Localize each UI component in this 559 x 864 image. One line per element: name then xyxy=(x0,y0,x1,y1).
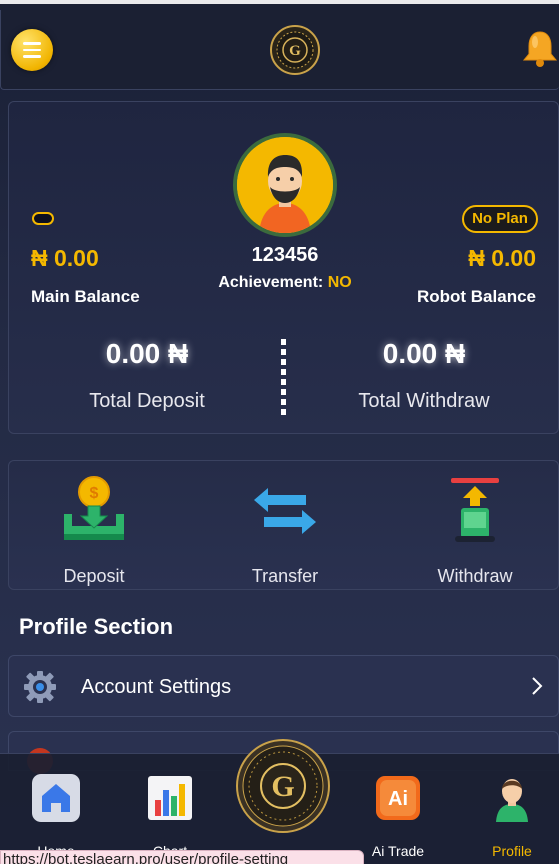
transfer-button[interactable]: Transfer xyxy=(225,476,345,587)
account-settings-label: Account Settings xyxy=(81,676,232,698)
ai-icon: Ai xyxy=(376,776,420,820)
nav-chart[interactable]: Chart xyxy=(125,774,215,859)
nav-profile-label: Profile xyxy=(492,843,532,859)
avatar[interactable] xyxy=(233,133,337,237)
total-withdraw-amount: 0.00 ₦ xyxy=(382,338,466,369)
robot-balance-label: Robot Balance xyxy=(416,287,536,306)
svg-text:G: G xyxy=(289,43,301,59)
chevron-right-icon xyxy=(532,677,543,695)
achievement-value: NO xyxy=(327,274,352,291)
achievement-line: Achievement: NO xyxy=(199,274,371,292)
nav-ai-trade[interactable]: Ai Ai Trade xyxy=(353,774,443,859)
app-header: G xyxy=(0,10,559,90)
plan-badge[interactable]: No Plan xyxy=(462,205,538,233)
nav-ai-trade-label: Ai Trade xyxy=(371,843,425,859)
transfer-label: Transfer xyxy=(251,566,319,586)
bell-icon[interactable] xyxy=(521,28,559,68)
gear-icon xyxy=(24,671,56,703)
home-icon xyxy=(32,774,80,822)
logo-coin-icon[interactable]: G xyxy=(270,25,320,75)
status-pill xyxy=(32,212,54,225)
deposit-label: Deposit xyxy=(63,566,125,586)
balance-card: No Plan 123456 Achievement: NO ₦ 0.00 Ma… xyxy=(8,101,559,434)
browser-top-strip xyxy=(0,0,559,4)
center-logo-coin-icon[interactable]: G xyxy=(236,739,330,833)
transfer-arrows-icon xyxy=(254,488,316,534)
svg-text:G: G xyxy=(271,770,294,803)
deposit-icon: $ xyxy=(64,476,124,540)
user-id: 123456 xyxy=(251,244,319,266)
robot-balance-amount: ₦ 0.00 xyxy=(468,245,536,271)
deposit-button[interactable]: $ Deposit xyxy=(34,476,154,587)
main-balance-amount: ₦ 0.00 xyxy=(31,245,99,271)
nav-profile[interactable]: Profile xyxy=(467,774,557,859)
profile-icon xyxy=(496,779,528,822)
total-deposit-label: Total Deposit xyxy=(89,390,205,412)
nav-home[interactable]: Home xyxy=(11,774,101,859)
svg-text:$: $ xyxy=(90,485,99,502)
hamburger-menu-icon[interactable] xyxy=(11,29,53,71)
user-avatar-icon xyxy=(237,137,333,233)
withdraw-label: Withdraw xyxy=(437,566,513,586)
main-balance-label: Main Balance xyxy=(31,287,140,306)
svg-text:Ai: Ai xyxy=(388,788,408,810)
total-withdraw-label: Total Withdraw xyxy=(358,390,490,412)
withdraw-button[interactable]: Withdraw xyxy=(415,476,535,587)
profile-section-title: Profile Section xyxy=(19,614,174,639)
quick-actions-card: $ Deposit Transfer Withdraw xyxy=(8,460,559,590)
achievement-label: Achievement: xyxy=(218,274,324,291)
chart-icon xyxy=(148,776,192,820)
dotted-divider xyxy=(281,339,286,417)
account-settings-row[interactable]: Account Settings xyxy=(8,655,559,717)
total-deposit-amount: 0.00 ₦ xyxy=(105,338,189,369)
status-url-tooltip: https://bot.teslaearn.pro/user/profile-s… xyxy=(0,850,364,864)
withdraw-icon xyxy=(451,478,499,542)
